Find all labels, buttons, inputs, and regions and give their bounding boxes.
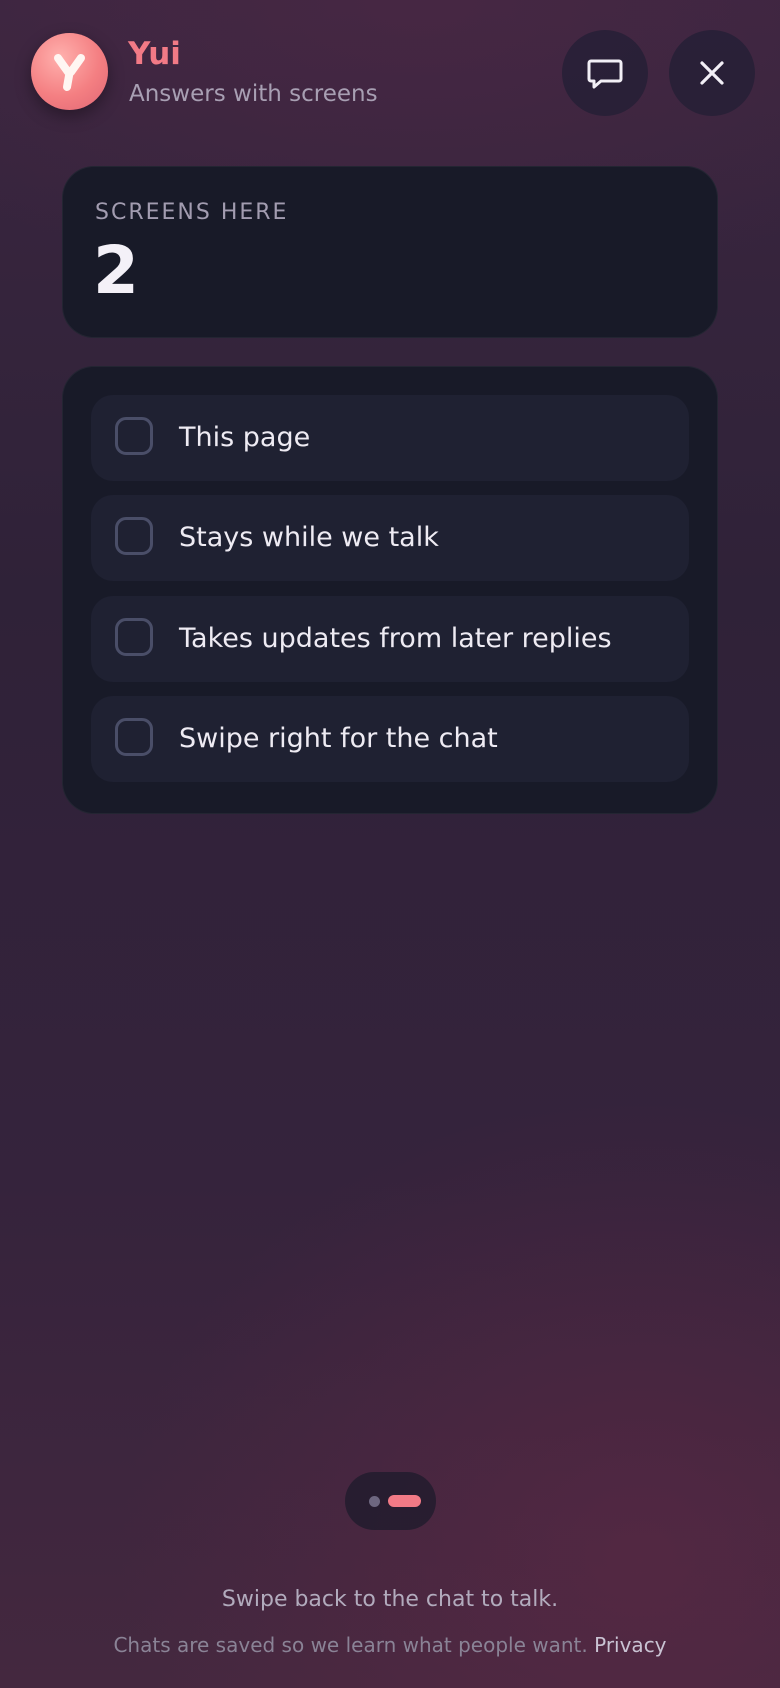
checklist-item-label: Takes updates from later replies [179,623,612,654]
privacy-link[interactable]: Privacy [594,1633,666,1657]
assistant-subtitle: Answers with screens [129,81,378,107]
checklist-item-label: Stays while we talk [179,522,439,553]
yui-logo-icon [31,33,108,110]
checklist-item-takes-updates[interactable]: Takes updates from later replies [91,596,689,682]
checklist-card: This page Stays while we talk Takes upda… [62,366,718,814]
legal-text: Chats are saved so we learn what people … [113,1633,588,1657]
checkbox[interactable] [115,517,153,555]
checklist-item-this-page[interactable]: This page [91,395,689,481]
close-icon [700,61,724,85]
checkbox[interactable] [115,718,153,756]
page-indicator [345,1472,436,1530]
checklist-item-stays-while-we-talk[interactable]: Stays while we talk [91,495,689,581]
checklist-item-label: Swipe right for the chat [179,723,498,754]
legal-notice: Chats are saved so we learn what people … [0,1630,780,1660]
checkbox[interactable] [115,618,153,656]
checkbox[interactable] [115,417,153,455]
screen-count-value: 2 [93,232,139,309]
assistant-name: Yui [128,36,181,72]
checklist-item-label: This page [179,422,311,453]
header: Yui Answers with screens [0,0,780,150]
open-chat-button[interactable] [562,30,648,116]
page-dot-screens-active[interactable] [388,1495,421,1507]
close-button[interactable] [669,30,755,116]
swipe-hint: Swipe back to the chat to talk. [221,1587,559,1612]
screen-count-card: SCREENS HERE 2 [62,166,718,338]
chat-bubble-icon [587,59,623,89]
page-dot-chat[interactable] [369,1496,380,1507]
checklist-item-swipe-right[interactable]: Swipe right for the chat [91,696,689,782]
screen-count-label: SCREENS HERE [95,200,289,225]
